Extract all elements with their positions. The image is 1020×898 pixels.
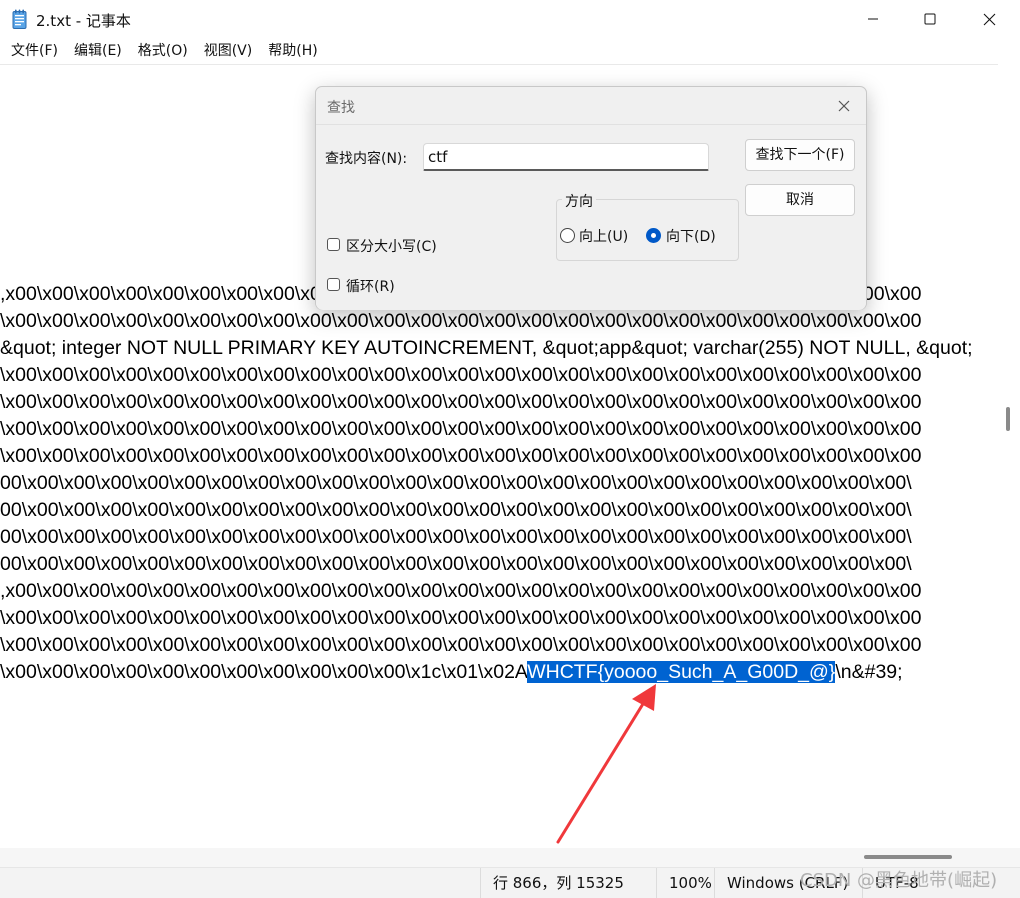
text-line: &quot; integer NOT NULL PRIMARY KEY AUTO… xyxy=(0,337,973,359)
direction-label: 方向 xyxy=(562,191,596,211)
text-line: 00\x00\x00\x00\x00\x00\x00\x00\x00\x00\x… xyxy=(0,472,912,494)
text-line-flag: \x00\x00\x00\x00\x00\x00\x00\x00\x00\x00… xyxy=(0,659,993,686)
vertical-scrollbar[interactable] xyxy=(999,64,1020,848)
find-dialog: 查找 查找内容(N): 查找下一个(F) 取消 方向 向上(U) 向下(D) 区… xyxy=(315,86,867,310)
text-before-selection: \x00\x00\x00\x00\x00\x00\x00\x00\x00\x00… xyxy=(0,661,528,683)
direction-down-label[interactable]: 向下(D) xyxy=(666,226,716,246)
title-bar[interactable]: 2.txt - 记事本 xyxy=(0,0,1020,38)
menu-bar: 文件(F) 编辑(E) 格式(O) 视图(V) 帮助(H) xyxy=(0,38,1020,64)
dialog-body: 查找内容(N): 查找下一个(F) 取消 方向 向上(U) 向下(D) 区分大小… xyxy=(316,124,866,310)
cursor-position: 行 866，列 15325 xyxy=(480,868,656,898)
direction-up-label[interactable]: 向上(U) xyxy=(579,226,628,246)
find-next-button[interactable]: 查找下一个(F) xyxy=(745,139,855,171)
text-line: 00\x00\x00\x00\x00\x00\x00\x00\x00\x00\x… xyxy=(0,553,912,575)
direction-up-radio[interactable] xyxy=(560,228,575,243)
text-line: \x00\x00\x00\x00\x00\x00\x00\x00\x00\x00… xyxy=(0,364,922,386)
match-case-label[interactable]: 区分大小写(C) xyxy=(346,236,437,256)
menu-file[interactable]: 文件(F) xyxy=(4,39,67,63)
close-window-button[interactable] xyxy=(960,0,1018,38)
text-line: 00\x00\x00\x00\x00\x00\x00\x00\x00\x00\x… xyxy=(0,526,912,548)
close-icon xyxy=(983,13,995,25)
text-line: \x00\x00\x00\x00\x00\x00\x00\x00\x00\x00… xyxy=(0,391,922,413)
text-line: \x00\x00\x00\x00\x00\x00\x00\x00\x00\x00… xyxy=(0,607,922,629)
notepad-window: 2.txt - 记事本 文件(F) 编辑(E) 格式(O) 视图(V) 帮助(H… xyxy=(0,0,1020,898)
horizontal-scrollbar[interactable] xyxy=(0,848,1020,867)
menu-format[interactable]: 格式(O) xyxy=(131,39,197,63)
text-line: \x00\x00\x00\x00\x00\x00\x00\x00\x00\x00… xyxy=(0,310,922,332)
direction-down-radio[interactable] xyxy=(646,228,661,243)
wrap-around-label[interactable]: 循环(R) xyxy=(346,276,395,296)
text-after-selection: \n&#39; xyxy=(835,661,903,683)
dialog-close-button[interactable] xyxy=(834,96,854,116)
watermark: CSDN @黑色地带(崛起) xyxy=(800,870,998,891)
close-icon xyxy=(838,100,850,112)
match-case-checkbox[interactable] xyxy=(327,238,340,251)
minimize-icon xyxy=(868,18,878,20)
wrap-around-checkbox[interactable] xyxy=(327,278,340,291)
text-line: ,x00\x00\x00\x00\x00\x00\x00\x00\x00\x00… xyxy=(0,580,922,602)
menu-help[interactable]: 帮助(H) xyxy=(261,39,326,63)
zoom-level: 100% xyxy=(656,868,714,898)
vertical-scroll-thumb[interactable] xyxy=(1006,407,1010,431)
dialog-title: 查找 xyxy=(327,100,355,116)
text-lines: ,x00\x00\x00\x00\x00\x00\x00\x00\x00\x00… xyxy=(0,281,993,686)
text-line: \x00\x00\x00\x00\x00\x00\x00\x00\x00\x00… xyxy=(0,445,922,467)
text-line: 00\x00\x00\x00\x00\x00\x00\x00\x00\x00\x… xyxy=(0,499,912,521)
notepad-icon xyxy=(12,9,27,29)
menu-view[interactable]: 视图(V) xyxy=(197,39,262,63)
window-title: 2.txt - 记事本 xyxy=(36,12,131,30)
selected-flag-text: WHCTF{yoooo_Such_A_G00D_@} xyxy=(527,661,836,683)
cancel-button[interactable]: 取消 xyxy=(745,184,855,216)
menu-edit[interactable]: 编辑(E) xyxy=(67,39,131,63)
maximize-icon xyxy=(924,13,936,25)
text-line: \x00\x00\x00\x00\x00\x00\x00\x00\x00\x00… xyxy=(0,418,922,440)
minimize-button[interactable] xyxy=(844,0,902,38)
find-what-input[interactable] xyxy=(423,143,709,171)
maximize-button[interactable] xyxy=(901,0,959,38)
horizontal-scroll-thumb[interactable] xyxy=(864,855,952,859)
text-line: \x00\x00\x00\x00\x00\x00\x00\x00\x00\x00… xyxy=(0,634,922,656)
find-what-label: 查找内容(N): xyxy=(325,151,408,167)
